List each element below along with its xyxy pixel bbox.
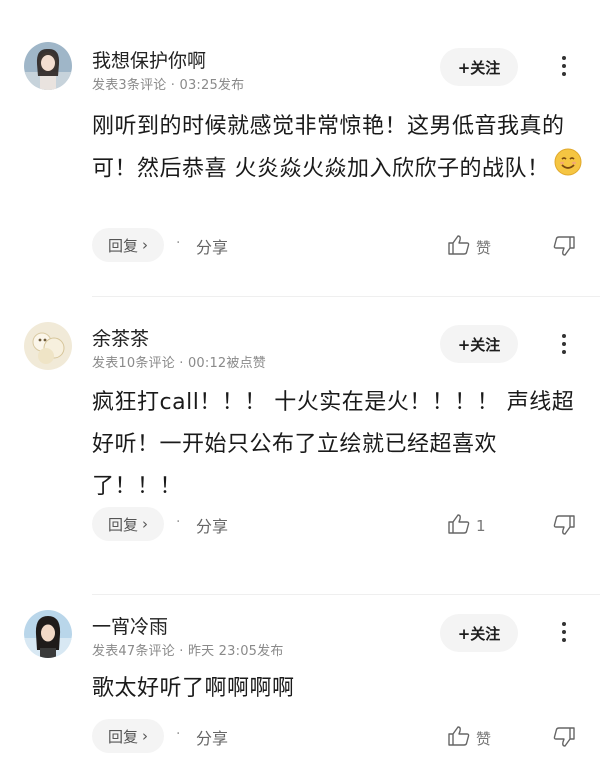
comment-body: 歌太好听了啊啊啊啊 [92,676,295,701]
share-button[interactable]: 分享 [196,513,228,537]
comment-body: 疯狂打call！！！ 十火实在是火！！！！ 声线超好听！一开始只公布了立绘就已经… [92,390,575,499]
thumbs-up-icon [448,514,470,538]
comment-meta: 发表10条评论 · 00:12被点赞 [92,356,267,371]
divider [92,296,600,297]
like-label: 赞 [476,238,492,257]
avatar[interactable] [24,322,72,370]
reply-label: 回复 [107,727,138,746]
thumbs-down-icon[interactable] [553,236,575,260]
comment-meta: 发表47条评论 · 昨天 23:05发布 [92,644,284,659]
username[interactable]: 一宵冷雨 [92,612,168,639]
smiling-face-icon [554,148,582,191]
chevron-right-icon: › [142,727,148,745]
reply-button[interactable]: 回复 › [92,228,164,262]
thumbs-down-icon[interactable] [553,515,575,539]
thumbs-up-icon [448,235,470,259]
comment-meta: 发表3条评论 · 03:25发布 [92,78,245,93]
username[interactable]: 余茶茶 [92,324,149,351]
like-button[interactable]: 1 [448,514,486,538]
comment-body: 刚听到的时候就感觉非常惊艳！这男低音我真的可！然后恭喜 火炎焱火焱加入欣欣子的战… [92,106,582,191]
more-options-icon[interactable] [554,330,574,358]
thumbs-down-icon[interactable] [553,727,575,751]
follow-button[interactable]: +关注 [440,48,518,86]
chevron-right-icon: › [142,236,148,254]
like-count: 1 [476,517,486,535]
chevron-right-icon: › [142,515,148,533]
separator-dot: · [176,235,181,251]
divider [92,594,600,595]
avatar[interactable] [24,610,72,658]
username[interactable]: 我想保护你啊 [92,46,206,73]
share-button[interactable]: 分享 [196,234,228,258]
reply-button[interactable]: 回复 › [92,719,164,753]
reply-label: 回复 [107,515,138,534]
more-options-icon[interactable] [554,618,574,646]
avatar[interactable] [24,42,72,90]
comment-text: 刚听到的时候就感觉非常惊艳！这男低音我真的可！然后恭喜 火炎焱火焱加入欣欣子的战… [92,114,565,182]
follow-button[interactable]: +关注 [440,614,518,652]
thumbs-up-icon [448,726,470,750]
share-button[interactable]: 分享 [196,725,228,749]
like-label: 赞 [476,729,492,748]
reply-label: 回复 [107,236,138,255]
follow-button[interactable]: +关注 [440,325,518,363]
separator-dot: · [176,726,181,742]
reply-button[interactable]: 回复 › [92,507,164,541]
separator-dot: · [176,514,181,530]
more-options-icon[interactable] [554,52,574,80]
like-button[interactable]: 赞 [448,726,491,750]
like-button[interactable]: 赞 [448,235,491,259]
